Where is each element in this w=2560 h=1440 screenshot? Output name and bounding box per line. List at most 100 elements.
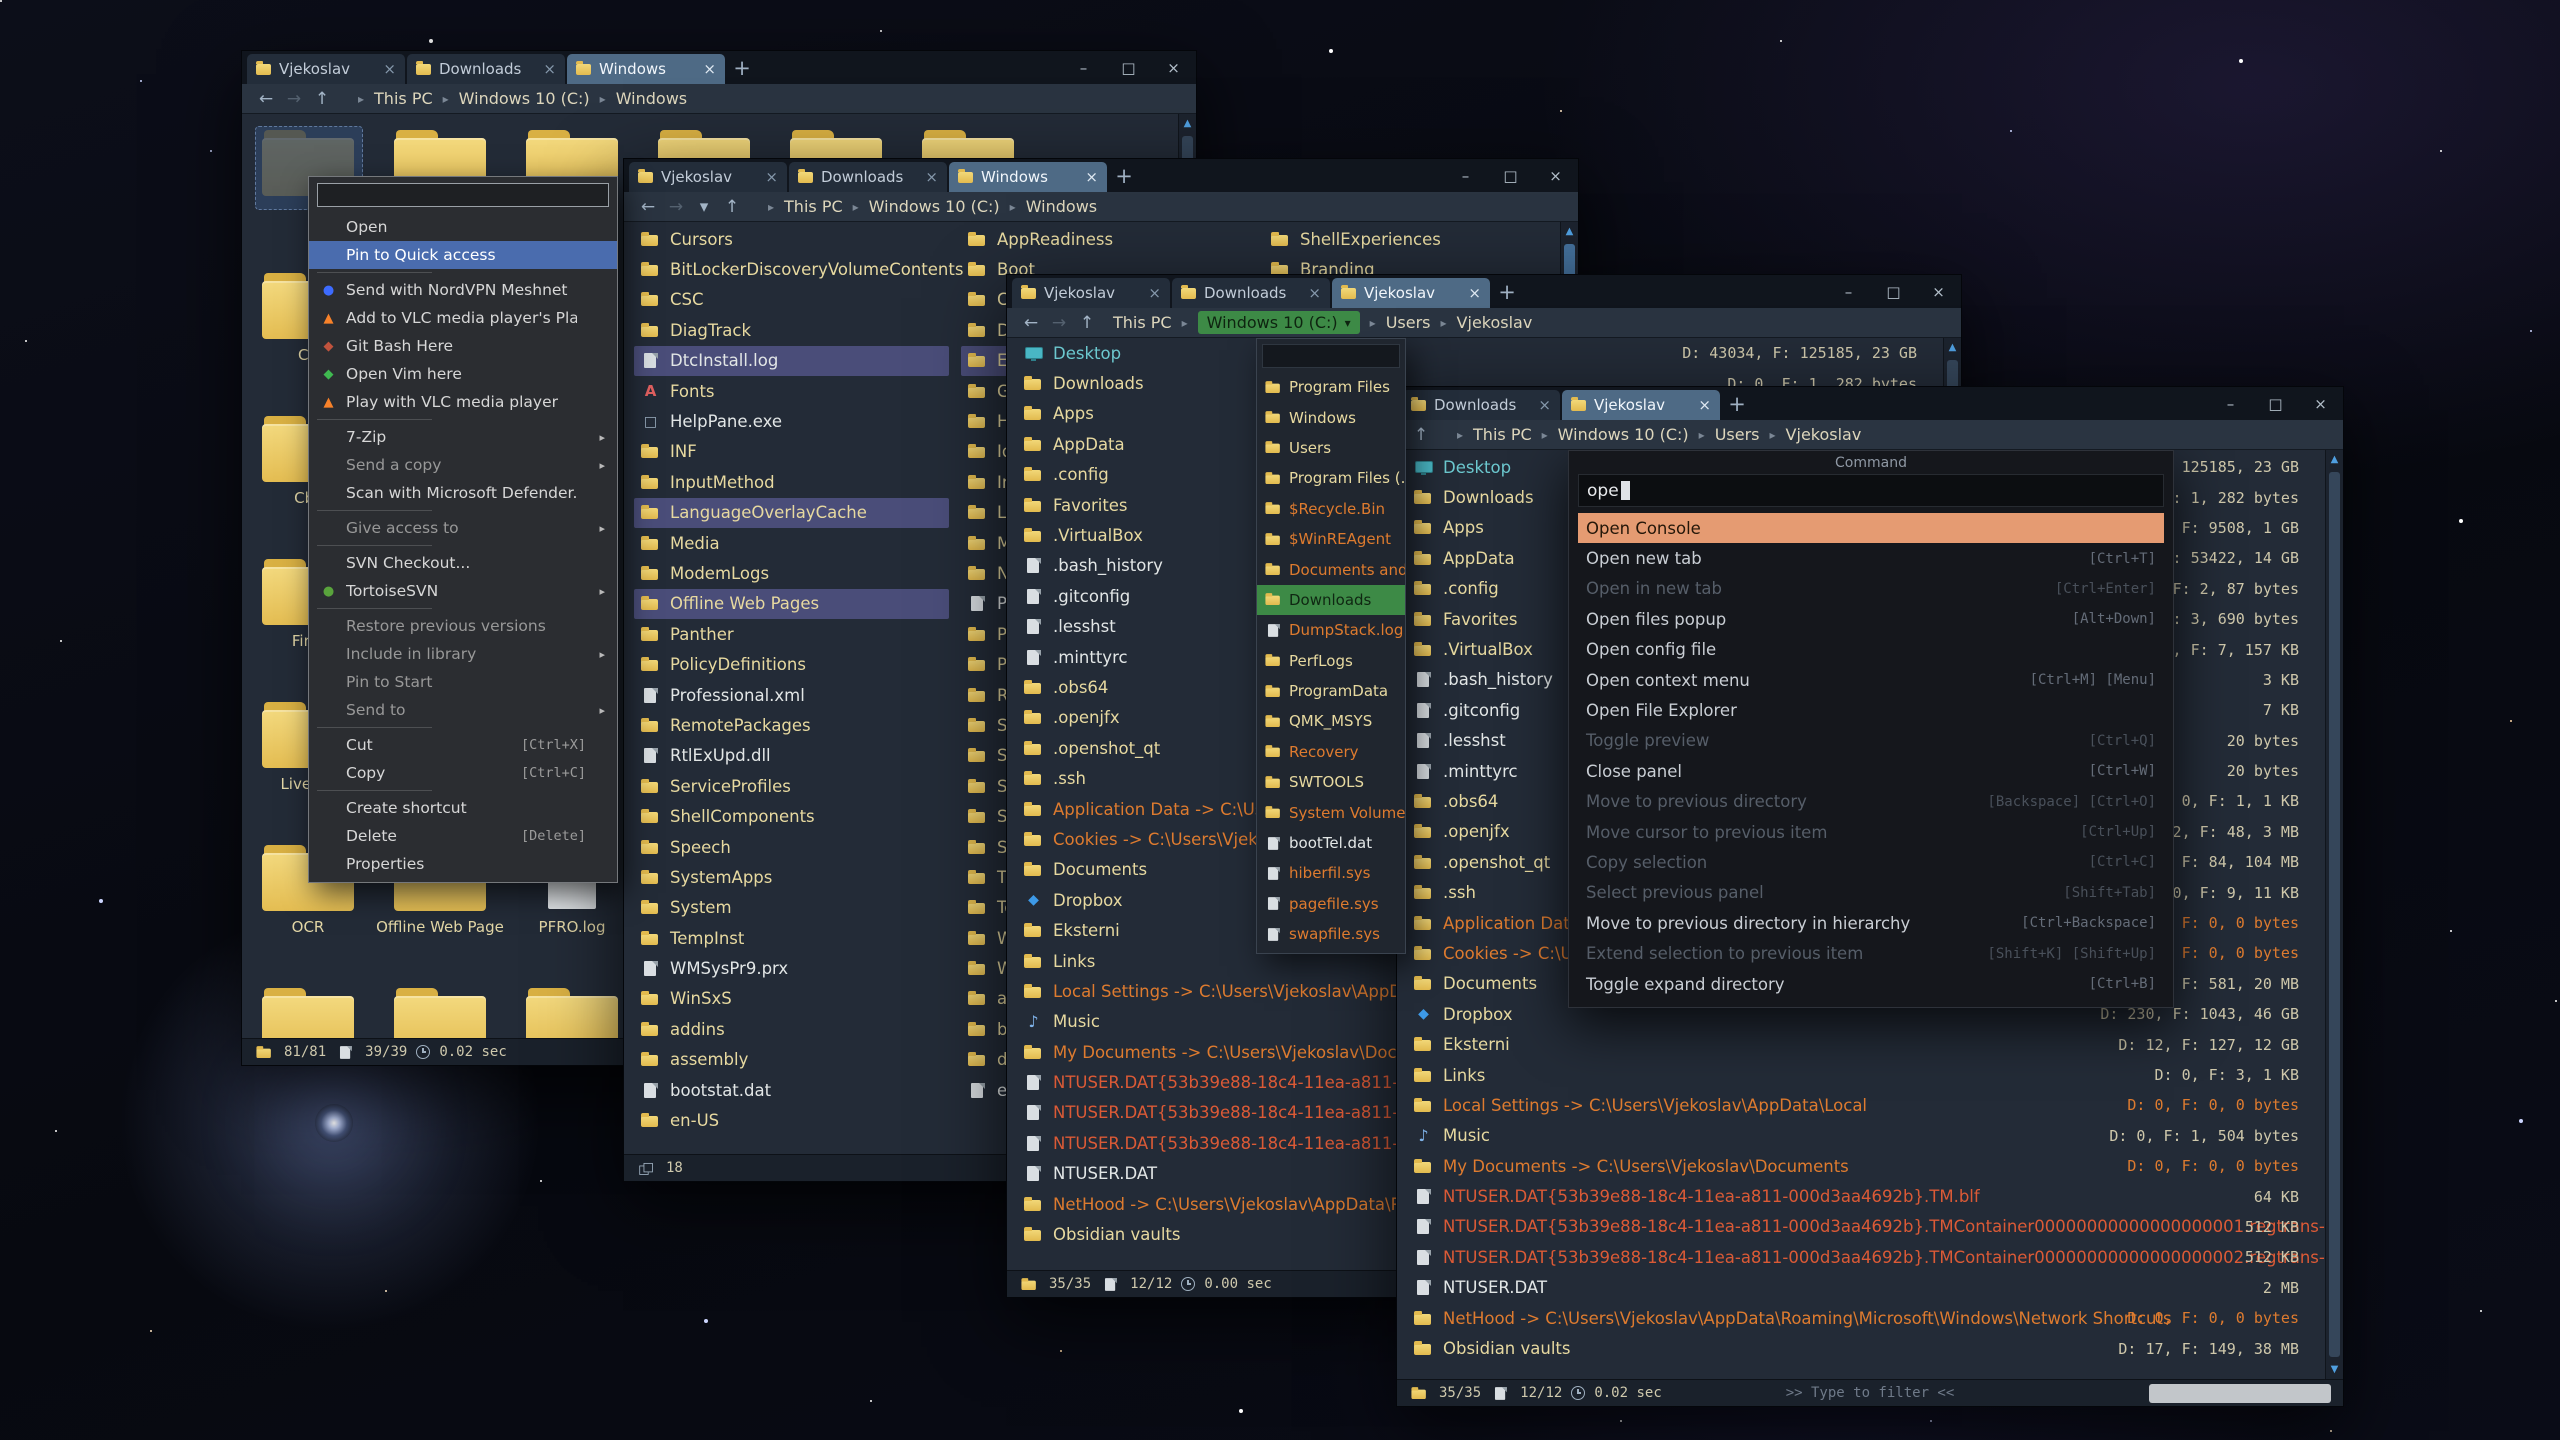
new-tab-button[interactable]: + xyxy=(1490,275,1524,308)
titlebar[interactable]: Vjekoslav Downloads Vjekoslav + –□× xyxy=(1007,275,1961,308)
file-row[interactable]: Cursors xyxy=(634,224,949,254)
tab-close-icon[interactable] xyxy=(765,168,778,186)
breadcrumb-item[interactable]: Windows 10 (C:) xyxy=(459,89,590,108)
tab-close-icon[interactable] xyxy=(1698,396,1711,414)
file-row[interactable]: TempInst xyxy=(634,923,949,953)
command-item[interactable]: Move to previous directory [Backspace] [… xyxy=(1578,787,2164,817)
breadcrumb-item[interactable]: Vjekoslav xyxy=(1457,313,1533,332)
close-button[interactable]: × xyxy=(1151,51,1196,84)
dropdown-item[interactable]: DumpStack.log... xyxy=(1257,615,1405,645)
tab-close-icon[interactable] xyxy=(1085,168,1098,186)
file-row[interactable]: Professional.xml xyxy=(634,680,949,710)
scroll-down-icon[interactable] xyxy=(2326,1364,2343,1375)
context-menu-item[interactable]: Cut [Ctrl+X] xyxy=(309,731,617,759)
dropdown-item[interactable]: QMK_MSYS xyxy=(1257,706,1405,736)
context-menu-item[interactable]: Pin to Quick access xyxy=(309,241,617,269)
minimize-button[interactable]: – xyxy=(1061,51,1106,84)
dropdown-item[interactable]: swapfile.sys xyxy=(1257,919,1405,949)
context-menu-item[interactable]: 7-Zip ▸ xyxy=(309,423,617,451)
back-button[interactable]: ← xyxy=(1019,313,1043,333)
grid-item[interactable] xyxy=(242,980,374,1038)
file-row[interactable]: RemotePackages xyxy=(634,710,949,740)
context-menu-item[interactable]: Create shortcut xyxy=(309,794,617,822)
file-row[interactable]: Offline Web Pages xyxy=(634,589,949,619)
forward-button[interactable]: → xyxy=(664,197,688,217)
file-row[interactable]: HelpPane.exe xyxy=(634,406,949,436)
file-row[interactable]: System xyxy=(634,893,949,923)
file-row[interactable]: Fonts xyxy=(634,376,949,406)
tab[interactable]: Downloads xyxy=(1172,278,1330,308)
file-row[interactable]: InputMethod xyxy=(634,467,949,497)
tab[interactable]: Vjekoslav xyxy=(1562,390,1720,420)
tab[interactable]: Downloads xyxy=(1402,390,1560,420)
breadcrumb-item[interactable]: This PC xyxy=(374,89,433,108)
dropdown-item[interactable]: Downloads xyxy=(1257,585,1405,615)
up-button[interactable]: ↑ xyxy=(310,89,334,109)
breadcrumb-item[interactable]: Windows xyxy=(616,89,687,108)
vertical-scrollbar[interactable] xyxy=(2325,450,2343,1379)
tab-close-icon[interactable] xyxy=(1538,396,1551,414)
context-menu-item[interactable]: TortoiseSVN ▸ xyxy=(309,577,617,605)
context-menu-item[interactable]: Include in library ▸ xyxy=(309,640,617,668)
tab[interactable]: Windows xyxy=(949,162,1107,192)
scroll-up-icon[interactable] xyxy=(1944,342,1961,353)
file-row[interactable]: CSC xyxy=(634,285,949,315)
context-menu-item[interactable] xyxy=(309,507,617,514)
file-row[interactable]: Speech xyxy=(634,832,949,862)
command-item[interactable]: Open File Explorer xyxy=(1578,695,2164,725)
command-item[interactable]: Open files popup [Alt+Down] xyxy=(1578,604,2164,634)
new-tab-button[interactable]: + xyxy=(725,51,759,84)
context-menu-item[interactable] xyxy=(317,183,609,207)
file-row[interactable]: AppReadiness xyxy=(961,224,1276,254)
tab[interactable]: Vjekoslav xyxy=(1332,278,1490,308)
context-menu-item[interactable]: Add to VLC media player's Playlist xyxy=(309,304,617,332)
context-menu-item[interactable] xyxy=(309,787,617,794)
dropdown-item[interactable]: Program Files (... xyxy=(1257,463,1405,493)
grid-item[interactable] xyxy=(506,980,638,1038)
tab-close-icon[interactable] xyxy=(925,168,938,186)
file-row[interactable]: INF xyxy=(634,437,949,467)
breadcrumb-item[interactable]: Windows xyxy=(1026,197,1097,216)
file-row[interactable]: NTUSER.DAT{53b39e88-18c4-11ea-a811-000d3… xyxy=(1407,1181,2325,1211)
context-menu-item[interactable]: Play with VLC media player xyxy=(309,388,617,416)
file-row[interactable]: NTUSER.DAT 2 MB xyxy=(1407,1273,2325,1303)
back-button[interactable]: ← xyxy=(254,89,278,109)
up-button[interactable]: ↑ xyxy=(1075,313,1099,333)
file-row[interactable]: Obsidian vaults D: 17, F: 149, 38 MB xyxy=(1407,1333,2325,1363)
dropdown-item[interactable]: ProgramData xyxy=(1257,676,1405,706)
file-row[interactable]: DiagTrack xyxy=(634,315,949,345)
dropdown-item[interactable]: bootTel.dat xyxy=(1257,828,1405,858)
file-row[interactable]: NTUSER.DAT{53b39e88-18c4-11ea-a811-000d3… xyxy=(1407,1212,2325,1242)
command-item[interactable]: Open new tab [Ctrl+T] xyxy=(1578,543,2164,573)
file-row[interactable]: en-US xyxy=(634,1105,949,1135)
breadcrumb-item[interactable]: Vjekoslav xyxy=(1786,425,1862,444)
file-row[interactable]: Eksterni D: 12, F: 127, 12 GB xyxy=(1407,1029,2325,1059)
breadcrumb-item[interactable]: This PC xyxy=(784,197,843,216)
context-menu-item[interactable]: Git Bash Here xyxy=(309,332,617,360)
context-menu-item[interactable]: Open Vim here xyxy=(309,360,617,388)
maximize-button[interactable]: □ xyxy=(1871,275,1916,308)
file-row[interactable]: BitLockerDiscoveryVolumeContents xyxy=(634,254,949,284)
dropdown-item[interactable]: System Volume ... xyxy=(1257,797,1405,827)
command-item[interactable]: Open Console xyxy=(1578,513,2164,543)
file-row[interactable]: Local Settings -> C:\Users\Vjekoslav\App… xyxy=(1407,1090,2325,1120)
scroll-up-icon[interactable] xyxy=(2326,454,2343,465)
file-row[interactable]: PolicyDefinitions xyxy=(634,649,949,679)
context-menu-item[interactable]: Restore previous versions xyxy=(309,612,617,640)
dropdown-item[interactable]: Documents and ... xyxy=(1257,554,1405,584)
dropdown-filter-input[interactable] xyxy=(1262,344,1400,368)
file-row[interactable]: ShellExperiences xyxy=(1264,224,1578,254)
forward-button[interactable]: → xyxy=(282,89,306,109)
tab[interactable]: Vjekoslav xyxy=(247,54,405,84)
file-row[interactable]: assembly xyxy=(634,1045,949,1075)
new-tab-button[interactable]: + xyxy=(1107,159,1141,192)
titlebar[interactable]: Downloads Vjekoslav + –□× xyxy=(1397,387,2343,420)
context-menu-item[interactable]: Scan with Microsoft Defender... xyxy=(309,479,617,507)
file-row[interactable]: NetHood -> C:\Users\Vjekoslav\AppData\Ro… xyxy=(1407,1303,2325,1333)
context-menu-item[interactable]: Send a copy ▸ xyxy=(309,451,617,479)
dropdown-item[interactable]: hiberfil.sys xyxy=(1257,858,1405,888)
command-input[interactable]: ope xyxy=(1578,474,2164,507)
file-row[interactable]: Desktop D: 43034, F: 125185, 23 GB xyxy=(1017,338,1943,368)
file-row[interactable]: NTUSER.DAT{53b39e88-18c4-11ea-a811-000d3… xyxy=(1407,1242,2325,1272)
dropdown-item[interactable]: Program Files xyxy=(1257,372,1405,402)
